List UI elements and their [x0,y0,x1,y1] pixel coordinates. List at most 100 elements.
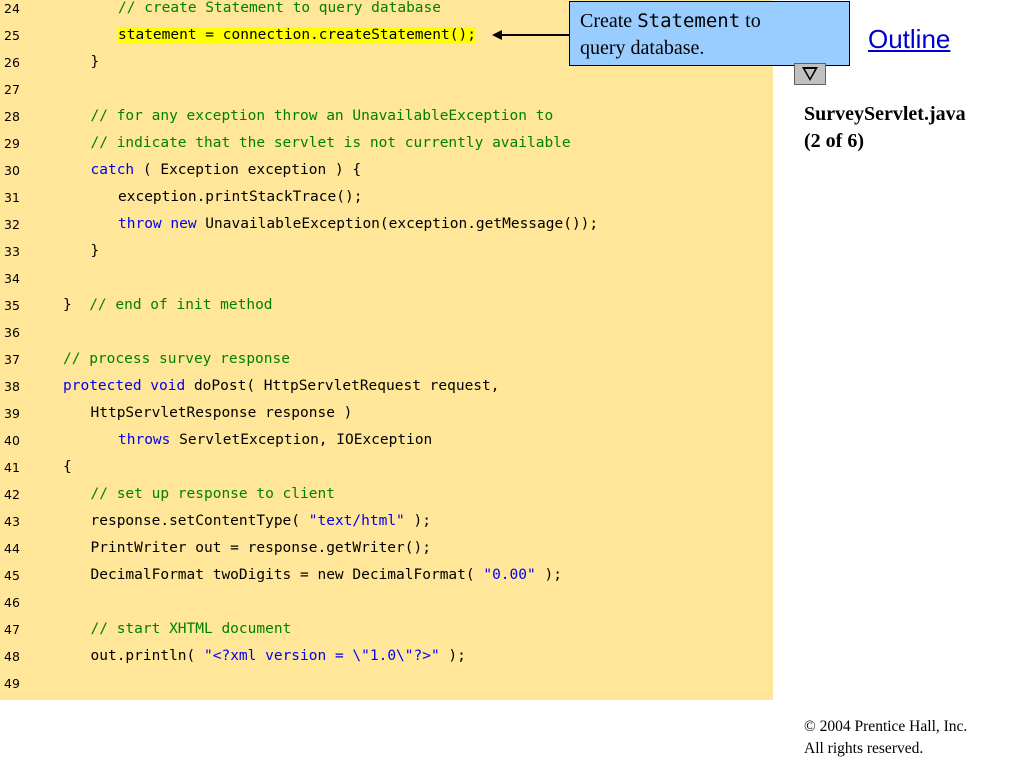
code-line: 27 [0,76,773,103]
callout-arrow-head-icon [492,30,502,40]
code-text: response.setContentType( "text/html" ); [91,508,431,535]
code-line: 31 exception.printStackTrace(); [0,184,773,211]
line-number: 43 [4,514,20,529]
code-line: 36 [0,319,773,346]
code-token-keyword: throw new [118,216,197,232]
code-line: 29 // indicate that the servlet is not cu… [0,130,773,157]
code-line: 30 catch ( Exception exception ) { [0,157,773,184]
line-number: 34 [4,271,20,286]
outline-link[interactable]: Outline [868,24,950,55]
code-line: 34 [0,265,773,292]
code-text: // indicate that the servlet is not curr… [91,130,571,157]
code-token-plain: ); [439,648,466,664]
callout-suffix: to [740,10,761,32]
page-indicator: (2 of 6) [804,130,864,152]
code-line: 49 [0,670,773,697]
line-number: 27 [4,82,20,97]
copyright-line-2: All rights reserved. [804,740,924,757]
code-token-comment: // end of init method [89,297,273,313]
file-name: SurveyServlet.java [804,103,966,125]
code-line: 33} [0,238,773,265]
line-number: 37 [4,352,20,367]
code-line: 41 { [0,454,773,481]
line-number: 41 [4,460,20,475]
code-token-string: "text/html" [308,513,405,529]
code-token-comment: // indicate that the servlet is not curr… [90,135,571,151]
code-line: 40 throws ServletException, IOException [0,427,773,454]
code-token-plain: ); [404,513,431,529]
code-token-plain: out.println( [90,648,204,664]
code-text: PrintWriter out = response.getWriter(); [91,535,431,562]
line-number: 25 [4,28,20,43]
callout-code: Statement [637,10,741,32]
line-number: 30 [4,163,20,178]
code-text: // process survey response [63,346,290,373]
code-token-plain: exception.printStackTrace(); [118,189,363,205]
triangle-down-icon-inner [805,69,815,78]
code-line: 38 protected void doPost( HttpServletRequ… [0,373,773,400]
code-text: protected void doPost( HttpServletReques… [63,373,500,400]
line-number: 28 [4,109,20,124]
code-token-comment: // process survey response [63,351,290,367]
next-slide-button[interactable] [794,63,826,85]
code-token-plain: HttpServletResponse response ) [90,405,353,421]
code-token-plain: } [90,243,100,259]
code-text: throw new UnavailableException(exception… [118,211,598,238]
code-token-keyword: catch [90,162,135,178]
code-token-comment: // start XHTML document [90,621,292,637]
code-token-highlight: statement = connection.createStatement()… [118,27,476,43]
code-line: 35} // end of init method [0,292,773,319]
line-number: 44 [4,541,20,556]
line-number: 38 [4,379,20,394]
code-token-comment: // for any exception throw an Unavailabl… [90,108,554,124]
line-number: 48 [4,649,20,664]
line-number: 39 [4,406,20,421]
code-line: 32 throw new UnavailableException(excepti… [0,211,773,238]
code-text: } [91,49,100,76]
code-token-plain: UnavailableException(exception.getMessag… [196,216,599,232]
code-listing-panel: 24 // create Statement to query database 2… [0,0,773,700]
code-text: out.println( "<?xml version = \"1.0\"?>"… [91,643,466,670]
line-number: 47 [4,622,20,637]
code-line: 45 DecimalFormat twoDigits = new DecimalF… [0,562,773,589]
code-text: // start XHTML document [91,616,292,643]
code-token-plain: } [63,297,90,313]
code-line: 37 // process survey response [0,346,773,373]
code-token-plain: } [90,54,100,70]
callout-arrow-line [500,34,569,36]
callout-box: Create Statement to query database. [569,1,850,66]
callout-prefix: Create [580,10,638,32]
code-text: throws ServletException, IOException [118,427,432,454]
code-text: catch ( Exception exception ) { [91,157,362,184]
line-number: 31 [4,190,20,205]
code-text: exception.printStackTrace(); [118,184,362,211]
line-number: 42 [4,487,20,502]
code-text: { [63,454,72,481]
file-title: SurveyServlet.java (2 of 6) [804,101,966,155]
code-token-plain: response.setContentType( [90,513,309,529]
code-line: 42 // set up response to client [0,481,773,508]
code-text: } [91,238,100,265]
line-number: 24 [4,1,20,16]
line-number: 26 [4,55,20,70]
code-token-plain: DecimalFormat twoDigits = new DecimalFor… [90,567,484,583]
code-token-plain: PrintWriter out = response.getWriter(); [90,540,431,556]
code-line: 43 response.setContentType( "text/html" )… [0,508,773,535]
line-number: 36 [4,325,20,340]
code-text: // for any exception throw an Unavailabl… [91,103,554,130]
code-text: HttpServletResponse response ) [91,400,353,427]
code-token-string: "<?xml version = \"1.0\"?>" [204,648,440,664]
code-token-plain: ); [535,567,562,583]
code-text: } // end of init method [63,292,273,319]
line-number: 35 [4,298,20,313]
code-token-plain: doPost( HttpServletRequest request, [185,378,500,394]
code-text: DecimalFormat twoDigits = new DecimalFor… [91,562,562,589]
code-text: // set up response to client [91,481,335,508]
code-token-comment: // create Statement to query database [118,0,442,16]
code-line: 48 out.println( "<?xml version = \"1.0\"?… [0,643,773,670]
line-number: 32 [4,217,20,232]
code-token-plain: { [63,459,72,475]
callout-line2: query database. [580,37,705,59]
line-number: 46 [4,595,20,610]
code-token-keyword: throws [118,432,171,448]
